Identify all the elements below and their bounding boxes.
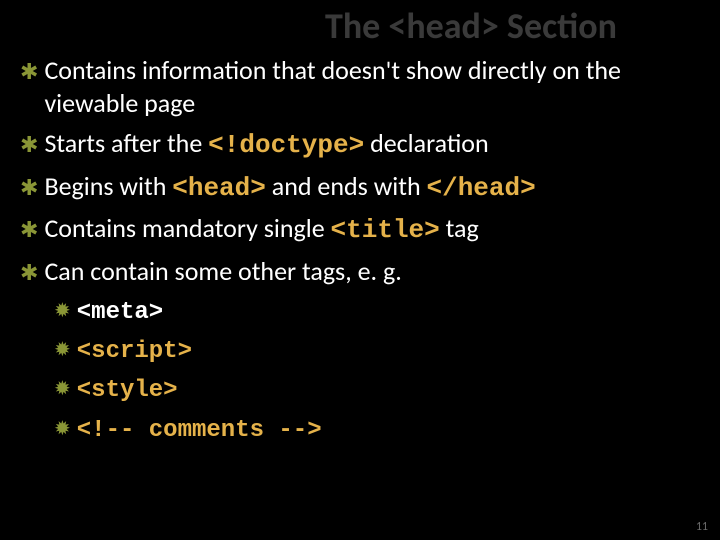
text-run: and ends with: [266, 170, 427, 202]
text-run: tag: [440, 212, 479, 244]
bullet-text: Contains information that doesn't show d…: [44, 54, 700, 119]
text-run: Contains information that doesn't show d…: [44, 54, 621, 119]
text-run: Can contain some other tags, e. g.: [44, 255, 401, 287]
code-run: <meta>: [77, 299, 163, 326]
slide-title: The <head> Section: [325, 0, 720, 54]
sub-bullet-list: ✹<meta>✹<script>✹<style>✹<!-- comments -…: [20, 295, 700, 446]
sub-bullet-item: ✹<style>: [54, 373, 700, 406]
code-run: <title>: [331, 215, 440, 245]
code-run: <script>: [77, 338, 192, 365]
code-run: <head>: [172, 173, 266, 203]
text-run: Starts after the: [44, 127, 208, 159]
text-run: declaration: [364, 127, 489, 159]
starburst-icon: ✹: [54, 298, 71, 324]
text-run: Contains mandatory single: [44, 212, 330, 244]
bullet-text: Contains mandatory single <title> tag: [44, 212, 700, 247]
code-run: </head>: [427, 173, 536, 203]
starburst-icon: ✹: [54, 376, 71, 402]
starburst-icon: ✱: [20, 174, 38, 202]
starburst-icon: ✱: [20, 216, 38, 244]
bullet-item: ✱Starts after the <!doctype> declaration: [20, 127, 700, 162]
slide-content: ✱Contains information that doesn't show …: [0, 54, 720, 446]
sub-bullet-text: <style>: [77, 373, 700, 406]
sub-bullet-text: <!-- comments -->: [77, 413, 700, 446]
bullet-item: ✱Can contain some other tags, e. g.: [20, 255, 700, 288]
code-run: <!-- comments -->: [77, 417, 322, 444]
bullet-text: Can contain some other tags, e. g.: [44, 255, 700, 288]
sub-bullet-item: ✹<!-- comments -->: [54, 413, 700, 446]
sub-bullet-item: ✹<script>: [54, 334, 700, 367]
code-run: <style>: [77, 377, 178, 404]
bullet-item: ✱Begins with <head> and ends with </head…: [20, 170, 700, 205]
sub-bullet-item: ✹<meta>: [54, 295, 700, 328]
sub-bullet-text: <script>: [77, 334, 700, 367]
page-number: 11: [696, 520, 708, 534]
bullet-text: Starts after the <!doctype> declaration: [44, 127, 700, 162]
starburst-icon: ✱: [20, 58, 38, 86]
starburst-icon: ✹: [54, 337, 71, 363]
starburst-icon: ✱: [20, 259, 38, 287]
sub-bullet-text: <meta>: [77, 295, 700, 328]
bullet-item: ✱Contains mandatory single <title> tag: [20, 212, 700, 247]
starburst-icon: ✹: [54, 416, 71, 442]
code-run: <!doctype>: [208, 130, 364, 160]
starburst-icon: ✱: [20, 131, 38, 159]
slide: The <head> Section ✱Contains information…: [0, 0, 720, 540]
bullet-text: Begins with <head> and ends with </head>: [44, 170, 700, 205]
main-bullet-list: ✱Contains information that doesn't show …: [20, 54, 700, 287]
bullet-item: ✱Contains information that doesn't show …: [20, 54, 700, 119]
text-run: Begins with: [44, 170, 172, 202]
